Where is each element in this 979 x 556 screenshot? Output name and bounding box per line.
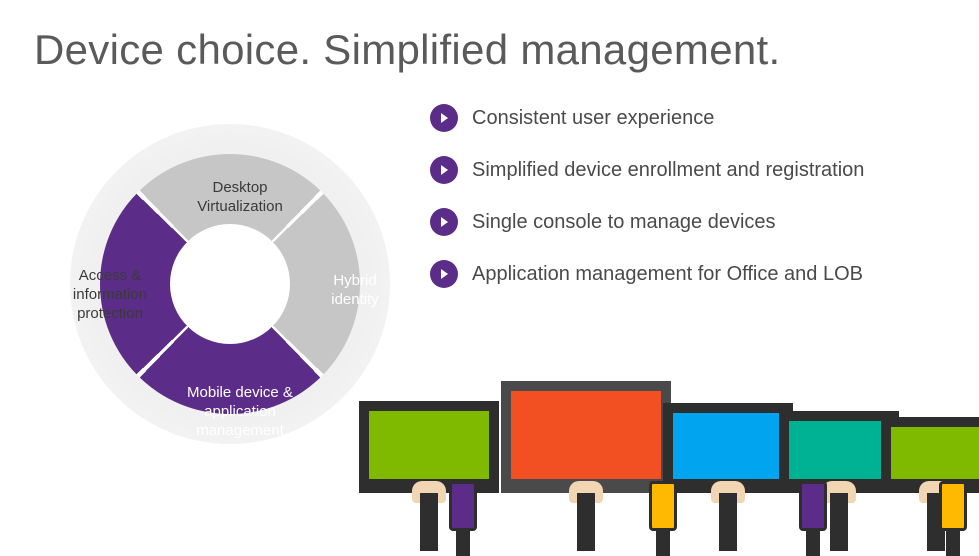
segment-label-mobile-device-management: Mobile device &applicationmanagement bbox=[175, 384, 305, 440]
bullet-item: Simplified device enrollment and registr… bbox=[430, 156, 864, 184]
devices-illustration bbox=[359, 331, 979, 551]
device-screen bbox=[663, 403, 793, 493]
device-phone-purple bbox=[799, 481, 827, 531]
bullet-item: Consistent user experience bbox=[430, 104, 864, 132]
device-phone-purple bbox=[449, 481, 477, 531]
device-laptop-green bbox=[359, 401, 499, 493]
play-icon bbox=[430, 156, 458, 184]
bullet-item: Single console to manage devices bbox=[430, 208, 864, 236]
arm-icon bbox=[719, 493, 737, 551]
bullet-text: Simplified device enrollment and registr… bbox=[472, 159, 864, 182]
device-phone-yellow bbox=[649, 481, 677, 531]
bullet-text: Application management for Office and LO… bbox=[472, 263, 863, 286]
play-icon bbox=[430, 208, 458, 236]
segment-label-hybrid-identity: Hybrididentity bbox=[320, 272, 390, 310]
bullet-text: Consistent user experience bbox=[472, 107, 714, 130]
play-icon bbox=[430, 260, 458, 288]
bullet-text: Single console to manage devices bbox=[472, 211, 776, 234]
device-screen bbox=[501, 381, 671, 493]
arm-icon bbox=[420, 493, 438, 551]
bullet-item: Application management for Office and LO… bbox=[430, 260, 864, 288]
device-laptop-orange bbox=[501, 381, 671, 493]
device-phone-yellow bbox=[939, 481, 967, 531]
arm-icon bbox=[577, 493, 595, 551]
segment-label-desktop-virtualization: DesktopVirtualization bbox=[185, 179, 295, 217]
arm-icon bbox=[830, 493, 848, 551]
segment-label-access-protection: Access &informationprotection bbox=[60, 267, 160, 323]
device-screen bbox=[359, 401, 499, 493]
page-title: Device choice. Simplified management. bbox=[0, 0, 979, 74]
play-icon bbox=[430, 104, 458, 132]
device-tablet-blue bbox=[663, 403, 793, 493]
